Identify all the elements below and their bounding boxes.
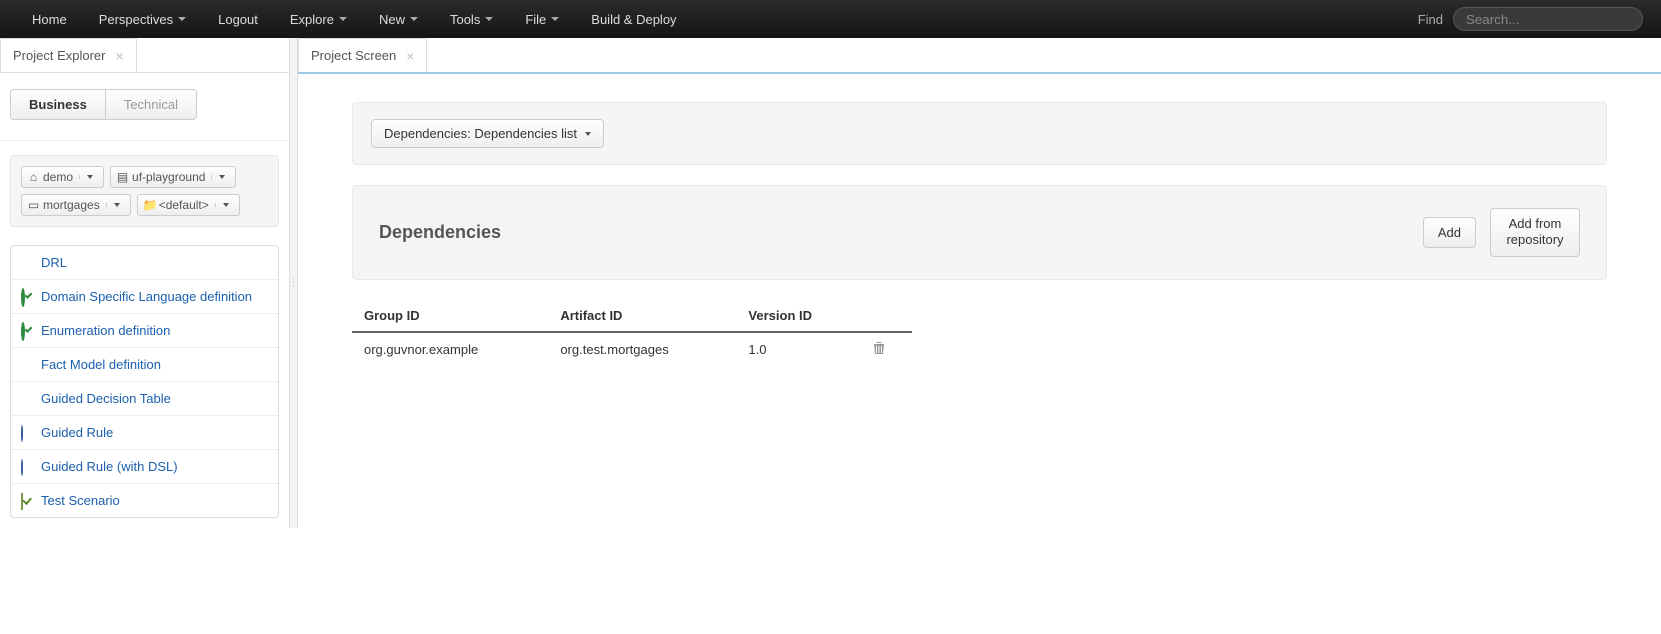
asset-label: Guided Decision Table [41,391,171,406]
col-version-id: Version ID [736,300,860,332]
view-business-button[interactable]: Business [11,90,105,119]
asset-guided-decision-table[interactable]: Guided Decision Table [11,381,278,415]
caret-icon [219,175,225,179]
add-button[interactable]: Add [1423,217,1476,248]
workspace: Project Explorer × Business Technical ⌂ … [0,38,1661,528]
nav-left: Home Perspectives Logout Explore New Too… [18,4,691,35]
section-dropdown[interactable]: Dependencies: Dependencies list [371,119,604,148]
asset-enum[interactable]: Enumeration definition [11,313,278,347]
crumb-org-label: demo [43,170,73,184]
right-tabstrip: Project Screen × [298,38,1661,74]
asset-label: Guided Rule [41,425,113,440]
asset-label: Domain Specific Language definition [41,289,252,304]
crumb-package[interactable]: 📁 <default> [137,194,240,216]
nav-logout[interactable]: Logout [204,4,272,35]
crumb-org[interactable]: ⌂ demo [21,166,104,188]
rule-icon [21,460,35,474]
caret-icon [178,17,186,21]
col-artifact-id: Artifact ID [548,300,736,332]
asset-list: DRL Domain Specific Language definition … [10,245,279,518]
col-group-id: Group ID [352,300,548,332]
grip-icon: ⋮ [289,281,299,285]
dsl-icon [21,290,35,304]
close-icon[interactable]: × [406,49,414,63]
dependencies-header-card: Dependencies Add Add from repository [352,185,1607,280]
rule-icon [21,426,35,440]
asset-label: Guided Rule (with DSL) [41,459,178,474]
caret-icon [114,203,120,207]
view-technical-button[interactable]: Technical [105,90,196,119]
project-icon: ▭ [27,198,40,212]
crumb-package-label: <default> [159,198,209,212]
nav-file[interactable]: File [511,4,573,35]
caret-icon [485,17,493,21]
tab-label: Project Explorer [13,48,105,63]
col-actions [861,300,912,332]
folder-icon: 📁 [143,198,156,212]
caret-icon [339,17,347,21]
asset-guided-rule-dsl[interactable]: Guided Rule (with DSL) [11,449,278,483]
section-selector-card: Dependencies: Dependencies list [352,102,1607,165]
nav-right: Find [1418,7,1643,31]
nav-perspectives[interactable]: Perspectives [85,4,200,35]
breadcrumb-box: ⌂ demo ▤ uf-playground ▭ mortgages 📁 <de… [10,155,279,227]
section-title: Dependencies [379,222,501,243]
find-label: Find [1418,12,1443,27]
asset-label: Enumeration definition [41,323,170,338]
enum-icon [21,324,35,338]
nav-tools[interactable]: Tools [436,4,507,35]
divider [0,140,289,141]
add-from-repository-button[interactable]: Add from repository [1490,208,1580,257]
asset-guided-rule[interactable]: Guided Rule [11,415,278,449]
pencil-icon [21,358,35,372]
asset-label: Fact Model definition [41,357,161,372]
right-column: Project Screen × Dependencies: Dependenc… [298,38,1661,528]
table-row: org.guvnor.example org.test.mortgages 1.… [352,332,912,366]
explorer-panel: Business Technical ⌂ demo ▤ uf-playgroun… [0,73,289,528]
asset-dsl[interactable]: Domain Specific Language definition [11,279,278,313]
asset-test-scenario[interactable]: Test Scenario [11,483,278,517]
asset-label: DRL [41,255,67,270]
crumb-repo-label: uf-playground [132,170,205,184]
nav-explore[interactable]: Explore [276,4,361,35]
home-icon: ⌂ [27,170,40,184]
crumb-project-label: mortgages [43,198,100,212]
splitter[interactable]: ⋮ [290,38,298,528]
left-column: Project Explorer × Business Technical ⌂ … [0,38,290,528]
left-tabstrip: Project Explorer × [0,38,289,73]
asset-drl[interactable]: DRL [11,246,278,279]
tab-label: Project Screen [311,48,396,63]
nav-new[interactable]: New [365,4,432,35]
cell-artifact-id: org.test.mortgages [548,332,736,366]
caret-icon [87,175,93,179]
search-input[interactable] [1453,7,1643,31]
view-toggle: Business Technical [10,89,197,120]
drl-icon [21,256,35,270]
asset-label: Test Scenario [41,493,120,508]
asset-fact-model[interactable]: Fact Model definition [11,347,278,381]
crumb-project[interactable]: ▭ mortgages [21,194,131,216]
tab-project-screen[interactable]: Project Screen × [298,38,427,72]
caret-icon [223,203,229,207]
test-icon [21,494,35,508]
repo-icon: ▤ [116,170,129,184]
tab-project-explorer[interactable]: Project Explorer × [0,38,137,72]
caret-icon [551,17,559,21]
pencil-icon [21,392,35,406]
section-dropdown-label: Dependencies: Dependencies list [384,126,577,141]
trash-icon[interactable] [873,343,885,358]
cell-group-id: org.guvnor.example [352,332,548,366]
close-icon[interactable]: × [115,49,123,63]
dependencies-table: Group ID Artifact ID Version ID org.guvn… [352,300,912,366]
table-header-row: Group ID Artifact ID Version ID [352,300,912,332]
top-navbar: Home Perspectives Logout Explore New Too… [0,0,1661,38]
project-screen-body: Dependencies: Dependencies list Dependen… [298,74,1661,394]
caret-icon [585,132,591,136]
nav-home[interactable]: Home [18,4,81,35]
crumb-repo[interactable]: ▤ uf-playground [110,166,236,188]
caret-icon [410,17,418,21]
cell-version-id: 1.0 [736,332,860,366]
nav-build-deploy[interactable]: Build & Deploy [577,4,690,35]
